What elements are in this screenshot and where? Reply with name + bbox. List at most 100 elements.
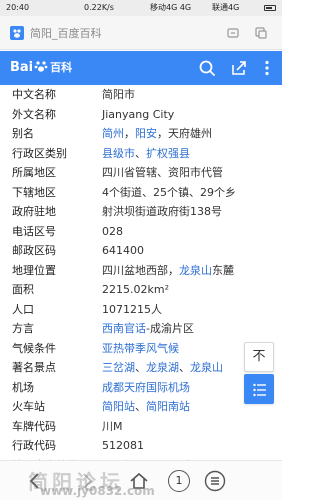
info-value-link[interactable]: 县级市 (102, 147, 135, 160)
info-key: 机场 (12, 380, 34, 394)
baike-favicon-icon (10, 26, 24, 40)
browser-bottom-nav: 1 (0, 460, 282, 500)
info-value-link[interactable]: 成都天府国际机场 (102, 381, 190, 394)
info-key: 火车站 (12, 400, 45, 413)
info-value-text: 、 (135, 361, 146, 374)
info-key: 下辖地区 (12, 185, 56, 199)
info-key: 政府驻地 (12, 205, 56, 218)
basic-info-table: 中文名称 简阳市外文名称 Jianyang City 别名 简州，阳安，天府雄州 行政区类… (0, 85, 282, 475)
info-value: 西南官话-成渝片区 (102, 319, 194, 339)
status-carrier-1: 移动4G 4G (150, 3, 192, 12)
info-row: 电话区号 028 (0, 222, 282, 242)
info-value: 川M (102, 417, 123, 437)
menu-icon[interactable] (204, 470, 226, 492)
info-key: 面积 (12, 283, 34, 296)
info-value-text: 射洪坝街道政府街138号 (102, 205, 222, 218)
info-value-text: 四川省管辖、资阳市代管 (102, 166, 223, 179)
info-value-text: -成渝片区 (146, 322, 194, 335)
share-icon[interactable] (230, 59, 248, 77)
info-value-text: 641400 (102, 244, 144, 257)
baidu-baike-logo[interactable]: Bai 百科 (10, 58, 72, 78)
info-value-link[interactable]: 亚热带季风气候 (102, 342, 179, 355)
info-value-text: 、 (135, 400, 146, 413)
info-value: 4个街道、25个镇、29个乡 (102, 183, 236, 203)
info-value: 射洪坝街道政府街138号 (102, 202, 222, 222)
info-key: 中文名称 (12, 88, 56, 101)
info-value-text: 、 (135, 146, 146, 160)
info-row: 邮政区码 641400 (0, 241, 282, 261)
info-row: 行政代码 512081 (0, 436, 282, 456)
info-key: 外文名称 (12, 107, 56, 121)
info-value-text: 四川盆地西部， (102, 263, 179, 277)
info-value-link[interactable]: 龙泉山 (179, 264, 212, 277)
info-value: 成都天府国际机场 (102, 378, 190, 398)
info-row: 外文名称 Jianyang City (0, 105, 282, 125)
info-value-text: 028 (102, 224, 123, 238)
info-row: 人口 1071215人 (0, 300, 282, 320)
info-value: 512081 (102, 436, 144, 456)
copy-link-icon[interactable] (254, 26, 268, 40)
info-row: 别名 简州，阳安，天府雄州 (0, 124, 282, 144)
logo-text-left: Bai (10, 60, 34, 75)
status-bar: 20:40 0.22K/s 移动4G 4G 联通4G (0, 0, 282, 16)
info-value: 028 (102, 222, 123, 242)
forward-icon[interactable] (76, 470, 98, 492)
info-value-link[interactable]: 阳安 (135, 127, 157, 140)
info-key: 邮政区码 (12, 244, 56, 257)
info-key: 著名景点 (12, 361, 56, 374)
info-row: 中文名称 简阳市 (0, 85, 282, 105)
info-value: Jianyang City (102, 105, 174, 125)
info-value-text: ， (124, 127, 135, 140)
info-value-link[interactable]: 简阳南站 (146, 400, 190, 413)
tab-count-button[interactable]: 1 (168, 470, 190, 492)
baidu-paw-icon (34, 61, 48, 72)
status-net-speed: 0.22K/s (84, 3, 114, 12)
info-key: 电话区号 (12, 224, 56, 238)
info-value: 简州，阳安，天府雄州 (102, 124, 212, 144)
info-value-link[interactable]: 扩权强县 (146, 147, 190, 160)
info-key: 别名 (12, 127, 34, 140)
info-value-text: 简阳市 (102, 88, 135, 101)
info-row: 行政区类别 县级市、扩权强县 (0, 144, 282, 164)
info-value-text: 东麓 (212, 263, 234, 277)
back-icon[interactable] (24, 470, 46, 492)
info-value: 简阳市 (102, 85, 135, 105)
info-value: 1071215人 (102, 300, 162, 320)
info-value-text: 2215.02km² (102, 283, 169, 296)
info-value-link[interactable]: 简州 (102, 127, 124, 140)
open-in-app-icon[interactable] (226, 26, 240, 40)
logo-text-right: 百科 (50, 61, 73, 74)
info-value: 2215.02km² (102, 280, 169, 300)
info-value-link[interactable]: 龙泉湖 (146, 361, 179, 374)
info-key: 行政代码 (12, 439, 56, 452)
info-value: 简阳站、简阳南站 (102, 397, 190, 417)
info-key: 车牌代码 (12, 419, 56, 433)
info-value-link[interactable]: 三岔湖 (102, 361, 135, 374)
more-vertical-icon[interactable] (258, 59, 276, 77)
info-value-text: 1071215人 (102, 302, 162, 316)
home-icon[interactable] (128, 470, 150, 492)
status-time: 20:40 (6, 3, 30, 12)
translate-glyph: 不 (252, 349, 266, 364)
info-value: 四川省管辖、资阳市代管 (102, 163, 223, 183)
info-value: 641400 (102, 241, 144, 261)
info-value: 亚热带季风气候 (102, 339, 179, 359)
info-row: 车牌代码 川M (0, 417, 282, 437)
info-value-text: 512081 (102, 439, 144, 452)
info-row: 方言 西南官话-成渝片区 (0, 319, 282, 339)
info-value-link[interactable]: 西南官话 (102, 322, 146, 335)
table-of-contents-button[interactable] (244, 374, 274, 404)
info-value: 县级市、扩权强县 (102, 144, 190, 164)
translate-button[interactable]: 不 (244, 342, 274, 372)
info-value-link[interactable]: 简阳站 (102, 400, 135, 413)
info-row: 气候条件 亚热带季风气候 (0, 339, 282, 359)
info-value-link[interactable]: 龙泉山 (190, 361, 223, 374)
search-icon[interactable] (198, 59, 216, 77)
info-value-text: 川M (102, 419, 123, 433)
baike-header: Bai 百科 (0, 51, 282, 85)
info-row: 机场 成都天府国际机场 (0, 378, 282, 398)
info-key: 人口 (12, 302, 34, 316)
info-row: 著名景点 三岔湖、龙泉湖、龙泉山 (0, 358, 282, 378)
info-key: 方言 (12, 322, 34, 335)
page-tab-title: 简阳_百度百科 (30, 27, 102, 40)
